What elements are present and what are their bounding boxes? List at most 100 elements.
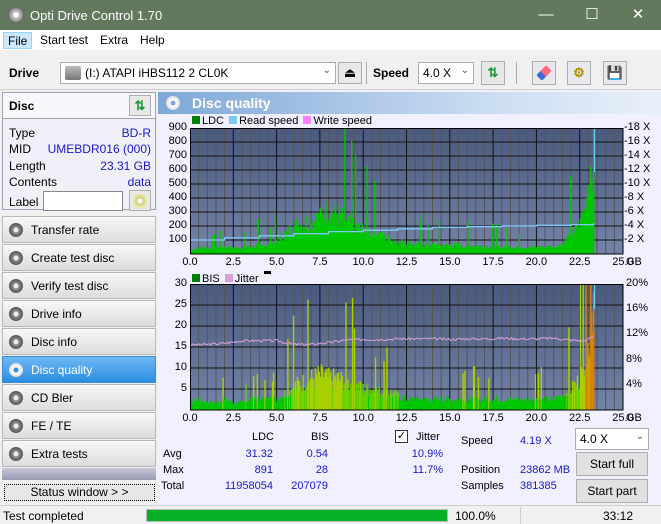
field-key: MID [9,142,31,156]
close-button[interactable]: ✕ [615,0,661,30]
disc-refresh-button[interactable]: ⇅ [129,95,151,116]
menu-extra[interactable]: Extra [96,32,132,49]
refresh-button[interactable]: ⇅ [481,61,505,85]
col-bis-header: BIS [311,431,329,443]
jitter-checkbox[interactable]: ✓ [395,430,408,443]
field-value: data [127,175,151,189]
y-tick-label: 500 [168,177,187,189]
drive-icon [65,66,81,80]
nav-extra-tests[interactable]: Extra tests [2,440,156,467]
menu-start-test[interactable]: Start test [36,32,92,49]
status-text: Test completed [3,509,84,523]
y2-tick-label: -6 X [624,205,645,217]
nav-verify-test-disc[interactable]: Verify test disc [2,272,156,299]
erase-button[interactable] [532,61,556,85]
save-button[interactable]: 💾 [603,61,627,85]
y-tick-label: 900 [168,121,187,133]
test-speed-value: 4.0 X [580,432,609,446]
refresh-icon: ⇅ [134,98,146,113]
maximize-button[interactable]: ☐ [569,0,615,30]
toolbar-divider [366,62,367,84]
disc-quality-icon [9,363,23,377]
x-tick-label: 0.0 [182,412,198,424]
nav-label: Transfer rate [31,223,100,237]
minimize-button[interactable]: — [523,0,569,30]
disc-label-input[interactable] [43,191,123,211]
start-part-button[interactable]: Start part [576,479,648,503]
drive-info-icon [9,307,23,321]
y2-tick-label: 8% [626,352,642,365]
nav-cd-bler[interactable]: CD Bler [2,384,156,411]
eject-button[interactable]: ⏏ [338,62,362,84]
menu-help[interactable]: Help [136,32,169,49]
x-tick-label: 10.0 [352,412,374,424]
y2-tick-label: 4% [626,377,642,390]
progress-bar [146,509,448,522]
y-tick-label: 10 [174,361,187,373]
nav-drive-info[interactable]: Drive info [2,300,156,327]
bis-chart [190,284,624,411]
y2-tick-label: -2 X [624,233,645,245]
speed-select[interactable]: 4.0 X ⌄ [418,62,474,84]
jitter-label: Jitter [416,431,440,443]
max-ldc: 891 [254,464,273,476]
x-tick-label: 15.0 [439,412,461,424]
menu-file[interactable]: File [3,32,33,49]
test-speed-select[interactable]: 4.0 X ⌄ [575,428,649,450]
settings-icon: ⚙ [573,65,585,80]
y-tick-label: 600 [168,163,187,175]
nav-disc-info[interactable]: Disc info [2,328,156,355]
window-title: Opti Drive Control 1.70 [30,8,163,23]
speed-label: Speed [373,66,410,80]
x-tick-label: 17.5 [482,412,504,424]
drive-select[interactable]: (I:) ATAPI iHBS112 2 CL0K ⌄ [60,62,336,84]
max-bis: 28 [315,464,328,476]
y-tick-label: 800 [168,135,187,147]
label-key: Label [9,195,39,209]
y2-tick-label: -14 X [624,149,651,161]
nav-label: Verify test disc [31,279,109,293]
max-jitter: 11.7% [412,464,443,476]
title-bar: Opti Drive Control 1.70 — ☐ ✕ [0,0,661,30]
disc-field-length: Length 23.31 GB [9,159,151,175]
field-value: 23.31 GB [100,159,151,173]
elapsed-time: 33:12 [603,509,634,523]
field-key: Length [9,159,46,173]
y2-tick-label: -18 X [624,121,651,133]
disc-label-button[interactable] [129,190,151,211]
app-disc-icon [8,7,24,23]
eraser-icon [536,65,552,81]
nav-label: Extra tests [31,447,88,461]
chevron-down-icon: ⌄ [322,65,331,76]
disc-info-icon [9,335,23,349]
x-tick-label: 12.5 [395,412,418,424]
x-tick-label: 5.0 [268,412,285,424]
nav-label: CD Bler [31,391,74,405]
status-divider [520,507,521,524]
y2-tick-label: -4 X [624,219,645,231]
y-tick-label: 400 [168,191,187,203]
disc-info-panel: Disc ⇅ Type BD-R MID UMEBDR016 (000) Lengt… [2,92,156,211]
x-tick-label: 20.0 [525,412,548,424]
bis-bar [592,292,595,410]
total-ldc: 11958054 [224,480,273,492]
start-full-button[interactable]: Start full [576,452,648,476]
nav-create-test-disc[interactable]: Create test disc [2,244,156,271]
nav-fe-te[interactable]: FE / TE [2,412,156,439]
nav-disc-quality[interactable]: Disc quality [2,356,156,383]
y2-tick-label: -10 X [624,177,651,189]
speed-select-value: 4.0 X [423,66,452,80]
refresh-icon: ⇅ [487,65,499,80]
y-tick-label: 200 [168,219,187,231]
nav-transfer-rate[interactable]: Transfer rate [2,216,156,243]
col-ldc-header: LDC [252,431,275,443]
settings-button[interactable]: ⚙ [567,61,591,85]
panel-header: Disc quality [158,92,661,114]
status-window-button[interactable]: Status window > > [4,484,155,501]
x-tick-label: 2.5 [225,412,241,424]
ldc-legend: LDC Read speed Write speed [192,115,372,127]
row-max-label: Max [163,464,184,476]
field-value: UMEBDR016 (000) [47,142,151,156]
disc-field-mid: MID UMEBDR016 (000) [9,142,151,158]
field-value: BD-R [121,126,151,140]
